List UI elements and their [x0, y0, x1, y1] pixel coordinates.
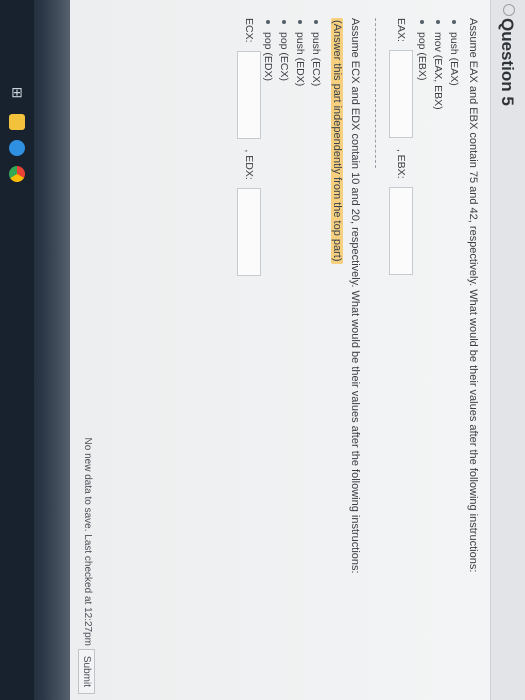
quiz-content: Question 5 Assume EAX and EBX contain 75… — [70, 0, 525, 700]
edx-label: , EDX: — [243, 149, 255, 180]
edge-icon[interactable] — [9, 140, 25, 156]
part1-instructions: push (EAX) mov (EAX, EBX) pop (EBX) — [412, 20, 463, 110]
instruction-item: push (ECX) — [310, 20, 322, 86]
grid-icon[interactable]: ⊞ — [9, 84, 25, 100]
part2-prompt: Assume ECX and EDX contain 10 and 20, re… — [349, 18, 361, 574]
question-title: Question 5 — [498, 18, 517, 106]
chrome-icon[interactable] — [9, 166, 25, 182]
taskbar: ⊞ — [0, 0, 34, 700]
submit-button[interactable]: Submit — [78, 648, 95, 694]
part1-answer-row: EAX: , EBX: — [389, 18, 413, 276]
ebx-label: , EBX: — [395, 148, 407, 179]
instruction-item: pop (EBX) — [416, 20, 428, 110]
part1-prompt: Assume EAX and EBX contain 75 and 42, re… — [467, 18, 479, 573]
ecx-label: ECX: — [243, 18, 255, 43]
eax-label: EAX: — [395, 18, 407, 42]
instruction-item: push (EDX) — [294, 20, 306, 86]
separator — [375, 18, 376, 168]
instruction-item: pop (EDX) — [262, 20, 274, 86]
screen: Question 5 Assume EAX and EBX contain 75… — [70, 0, 525, 700]
save-status: No new data to save. Last checked at 12:… — [82, 437, 93, 646]
ecx-input[interactable] — [237, 50, 261, 139]
edx-input[interactable] — [237, 188, 261, 277]
instruction-item: push (EAX) — [448, 20, 460, 110]
file-explorer-icon[interactable] — [9, 114, 25, 130]
eax-input[interactable] — [389, 50, 413, 139]
part2-note: (Answer this part independently from the… — [331, 18, 343, 264]
ebx-input[interactable] — [389, 187, 413, 276]
part2-answer-row: ECX: , EDX: — [237, 18, 261, 277]
part2-instructions: push (ECX) push (EDX) pop (ECX) pop (EDX… — [258, 20, 325, 86]
instruction-item: pop (ECX) — [278, 20, 290, 86]
instruction-item: mov (EAX, EBX) — [432, 20, 444, 110]
question-status-icon — [503, 4, 515, 16]
question-header: Question 5 — [490, 0, 525, 700]
